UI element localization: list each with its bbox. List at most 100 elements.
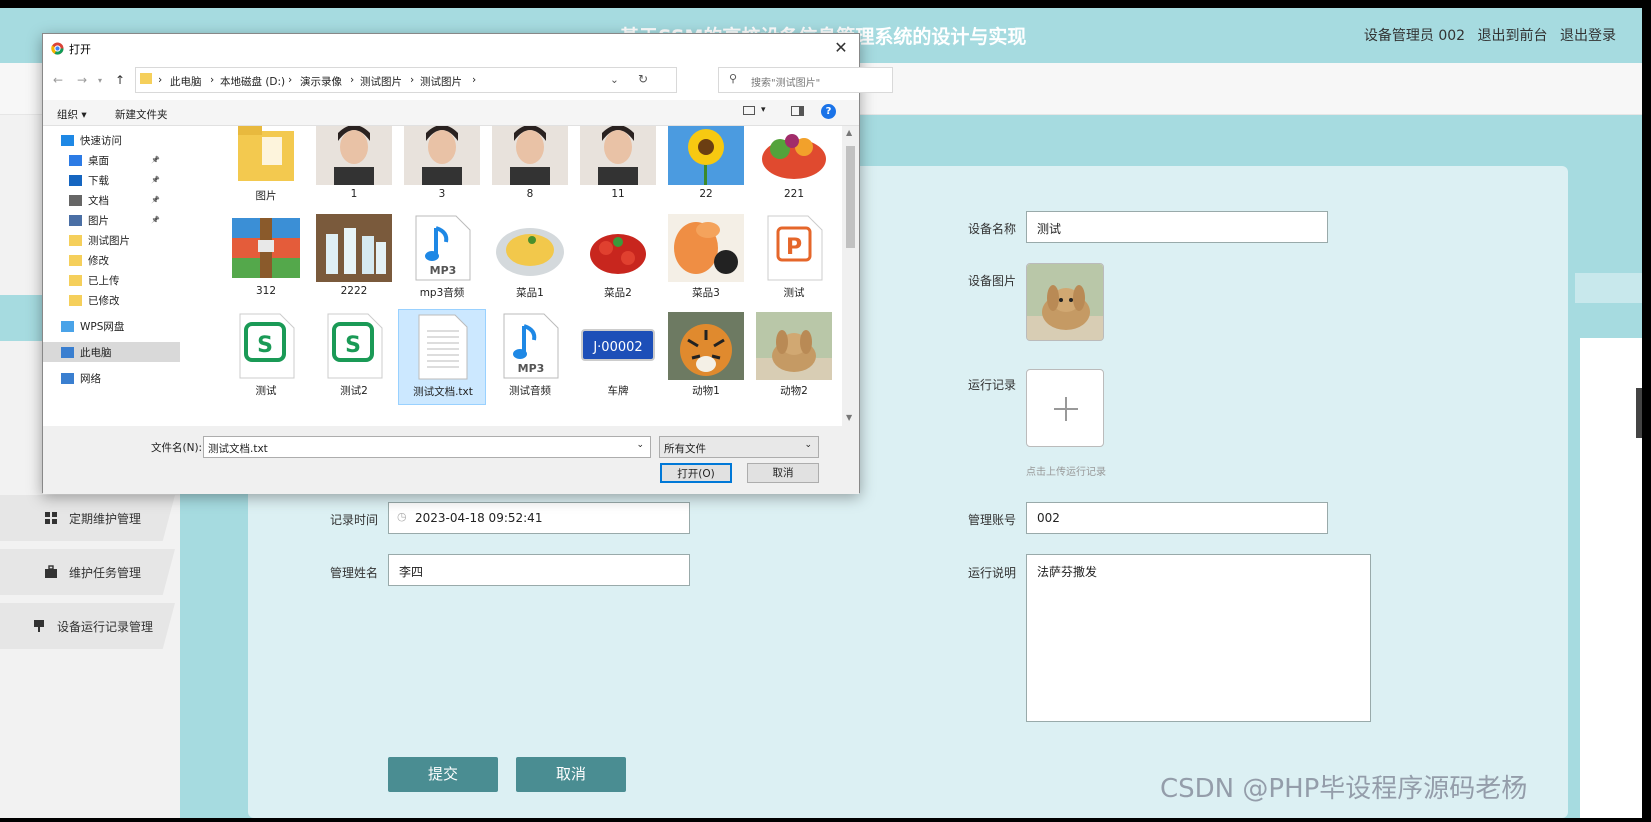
- scroll-down-icon[interactable]: ▼: [846, 413, 852, 422]
- search-input[interactable]: ⚲ 搜索"测试图片": [718, 67, 893, 93]
- filetype-select[interactable]: 所有文件 ⌄: [659, 436, 819, 458]
- file-item[interactable]: S 测试2: [310, 309, 398, 405]
- file-item[interactable]: 221: [750, 126, 838, 210]
- new-folder-button[interactable]: 新建文件夹: [115, 107, 168, 122]
- chevron-down-icon[interactable]: ⌄: [804, 440, 812, 450]
- svg-text:MP3: MP3: [518, 362, 545, 375]
- tree-item[interactable]: 网络: [61, 368, 101, 388]
- plate-icon: J·00002: [580, 312, 656, 380]
- svg-text:S: S: [257, 333, 273, 358]
- decoration: [1575, 273, 1642, 303]
- tree-item[interactable]: 桌面 📌: [69, 150, 160, 170]
- forward-arrow-icon[interactable]: →: [77, 73, 87, 87]
- wps-sheet-icon: S: [316, 312, 392, 380]
- file-item[interactable]: 菜品1: [486, 211, 574, 307]
- grid-icon: [45, 512, 57, 524]
- file-name: 11: [611, 188, 625, 200]
- file-item[interactable]: 11: [574, 126, 662, 210]
- cancel-button[interactable]: 取消: [516, 757, 626, 792]
- file-name: 221: [783, 188, 805, 200]
- sidebar-item-tasks[interactable]: 维护任务管理: [0, 549, 175, 595]
- record-time-input[interactable]: ◷ 2023-04-18 09:52:41: [388, 502, 690, 534]
- submit-button[interactable]: 提交: [388, 757, 498, 792]
- dialog-cancel-button[interactable]: 取消: [747, 463, 819, 483]
- breadcrumb-sep: ›: [288, 74, 293, 86]
- refresh-icon[interactable]: ↻: [638, 72, 648, 86]
- tree-item[interactable]: 此电脑: [43, 342, 180, 362]
- logout-link[interactable]: 退出登录: [1560, 28, 1616, 44]
- upload-run-record-button[interactable]: [1026, 369, 1104, 447]
- run-desc-textarea[interactable]: 法萨芬撒发: [1026, 554, 1371, 722]
- file-name: 2222: [340, 285, 368, 297]
- breadcrumb-item[interactable]: 测试图片: [360, 74, 402, 89]
- tree-item[interactable]: 快速访问: [61, 130, 122, 150]
- file-item[interactable]: 动物2: [750, 309, 838, 405]
- back-arrow-icon[interactable]: ←: [53, 73, 63, 87]
- tree-item[interactable]: WPS网盘: [61, 316, 124, 336]
- file-item[interactable]: 312: [222, 211, 310, 307]
- file-item[interactable]: S 测试: [222, 309, 310, 405]
- sidebar-item-maintenance[interactable]: 定期维护管理: [0, 495, 175, 541]
- scrollbar-thumb[interactable]: [846, 146, 855, 248]
- tree-item-label: 网络: [80, 372, 101, 385]
- address-bar[interactable]: › 此电脑 › 本地磁盘 (D:) › 演示录像 › 测试图片 › 测试图片 ›…: [135, 67, 677, 93]
- preview-pane-icon[interactable]: [791, 106, 804, 116]
- breadcrumb-item[interactable]: 测试图片: [420, 74, 462, 89]
- desktop-icon: [69, 154, 82, 166]
- file-item[interactable]: 1: [310, 126, 398, 210]
- tree-item[interactable]: 已上传: [69, 270, 120, 290]
- file-item[interactable]: 菜品2: [574, 211, 662, 307]
- file-item[interactable]: 2222: [310, 211, 398, 307]
- tree-item[interactable]: 下载 📌: [69, 170, 160, 190]
- file-item[interactable]: 22: [662, 126, 750, 210]
- chevron-down-icon[interactable]: ▾: [761, 105, 766, 115]
- photo-icon: [580, 126, 656, 185]
- scroll-up-icon[interactable]: ▲: [846, 128, 852, 137]
- pin-icon: 📌: [151, 156, 160, 164]
- tree-item-label: 已修改: [88, 294, 120, 307]
- sidebar-item-run-records[interactable]: 设备运行记录管理: [0, 603, 175, 649]
- tree-item-label: 下载: [88, 174, 109, 187]
- file-item[interactable]: 8: [486, 126, 574, 210]
- tree-item[interactable]: 修改: [69, 250, 109, 270]
- file-item[interactable]: P 测试: [750, 211, 838, 307]
- manager-name-input[interactable]: 李四: [388, 554, 690, 586]
- file-item[interactable]: J·00002 车牌: [574, 309, 662, 405]
- close-icon[interactable]: ✕: [829, 37, 853, 59]
- tree-item[interactable]: 图片 📌: [69, 210, 160, 230]
- sidebar-item-label: 定期维护管理: [69, 511, 142, 526]
- help-icon[interactable]: ?: [821, 104, 836, 119]
- file-item[interactable]: 菜品3: [662, 211, 750, 307]
- chevron-down-icon[interactable]: ⌄: [610, 74, 619, 86]
- filename-input[interactable]: 测试文档.txt ⌄: [203, 436, 651, 458]
- tree-item[interactable]: 已修改: [69, 290, 120, 310]
- open-button[interactable]: 打开(O): [660, 463, 732, 483]
- organize-menu[interactable]: 组织 ▾: [57, 107, 87, 122]
- plus-icon: [1054, 397, 1078, 421]
- back-to-front-link[interactable]: 退出到前台: [1478, 28, 1548, 44]
- file-name: 菜品3: [692, 287, 720, 299]
- scrollbar[interactable]: ▲ ▼: [842, 126, 859, 426]
- breadcrumb-item[interactable]: 本地磁盘 (D:): [220, 74, 285, 89]
- tree-item[interactable]: 测试图片: [69, 230, 130, 250]
- file-item[interactable]: MP3 mp3音频: [398, 211, 486, 307]
- file-item[interactable]: 3: [398, 126, 486, 210]
- up-arrow-icon[interactable]: ↑: [115, 73, 125, 87]
- file-item[interactable]: 动物1: [662, 309, 750, 405]
- breadcrumb-item[interactable]: 演示录像: [300, 74, 342, 89]
- device-image-thumbnail[interactable]: [1026, 263, 1104, 341]
- file-item[interactable]: MP3 测试音频: [486, 309, 574, 405]
- breadcrumb-item[interactable]: 此电脑: [170, 74, 202, 89]
- recent-dropdown-icon[interactable]: ▾: [98, 76, 102, 85]
- tree-item[interactable]: 文档 📌: [69, 190, 160, 210]
- device-name-input[interactable]: 测试: [1026, 211, 1328, 243]
- dish-icon: [492, 214, 568, 282]
- manager-account-input[interactable]: 002: [1026, 502, 1328, 534]
- archive-icon: [228, 214, 304, 282]
- crayfish-icon: [580, 214, 656, 282]
- file-item[interactable]: 图片: [222, 126, 310, 210]
- side-scroll-tab[interactable]: [1636, 388, 1642, 438]
- view-mode-icon[interactable]: [743, 106, 755, 115]
- file-item[interactable]: 测试文档.txt: [398, 309, 486, 405]
- chevron-down-icon[interactable]: ⌄: [636, 440, 644, 450]
